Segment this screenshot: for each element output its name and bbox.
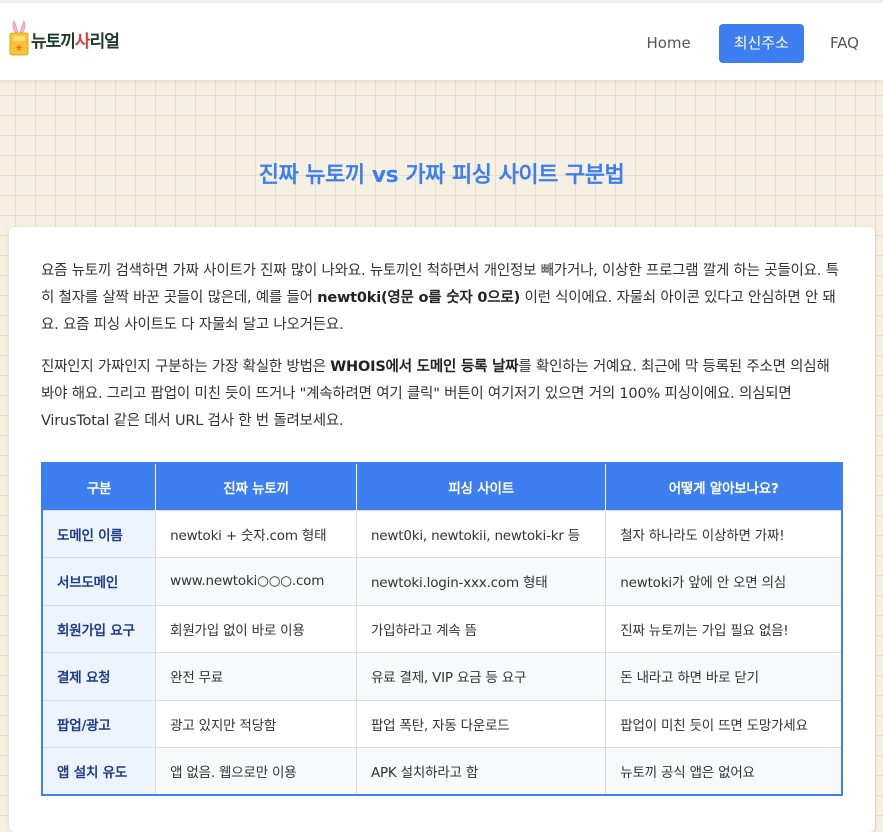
table-cell: 진짜 뉴토끼는 가입 필요 없음! <box>605 604 842 653</box>
column-header: 진짜 뉴토끼 <box>155 463 357 510</box>
table-cell: newtoki가 앞에 안 오면 의심 <box>605 557 842 605</box>
intro-paragraph-2: 진짜인지 가짜인지 구분하는 가장 확실한 방법은 WHOIS에서 도메인 등록… <box>41 354 841 435</box>
paragraph-bold-text: WHOIS에서 도메인 등록 날짜 <box>330 359 519 375</box>
intro-paragraph-1: 요즘 뉴토끼 검색하면 가짜 사이트가 진짜 많이 나와요. 뉴토끼인 척하면서… <box>41 258 841 339</box>
table-cell: newtoki + 숫자.com 형태 <box>155 509 357 558</box>
row-header-cell: 결제 요청 <box>42 652 156 700</box>
comparison-table: 구분 진짜 뉴토끼 피싱 사이트 어떻게 알아보나요? 도메인 이름 newto… <box>41 462 843 796</box>
column-header: 피싱 사이트 <box>355 463 606 510</box>
table-cell: 돈 내라고 하면 바로 닫기 <box>605 652 842 700</box>
nav-latest-button[interactable]: 최신주소 <box>718 23 804 63</box>
row-header-cell: 도메인 이름 <box>42 509 156 558</box>
table-cell: newtoki.login-xxx.com 형태 <box>355 557 606 605</box>
table-cell: 회원가입 없이 바로 이용 <box>155 604 357 653</box>
table-cell: APK 설치하라고 함 <box>355 747 606 795</box>
table-row: 결제 요청 완전 무료 유료 결제, VIP 요금 등 요구 돈 내라고 하면 … <box>42 652 842 700</box>
nav-home-link[interactable]: Home <box>644 34 692 52</box>
row-header-cell: 회원가입 요구 <box>42 604 156 653</box>
table-row: 서브도메인 www.newtoki○○○.com newtoki.login-x… <box>42 557 842 605</box>
main-nav: Home 최신주소 FAQ <box>644 23 861 63</box>
table-cell: 뉴토끼 공식 앱은 없어요 <box>605 747 842 795</box>
table-cell: newt0ki, newtokii, newtoki-kr 등 <box>355 509 606 558</box>
table-cell: 앱 없음. 웹으로만 이용 <box>155 747 357 795</box>
logo-text-part: 리얼 <box>89 31 120 52</box>
site-logo[interactable]: ✳ 뉴토끼사리얼 <box>8 19 120 59</box>
paragraph-text: 진짜인지 가짜인지 구분하는 가장 확실한 방법은 <box>41 359 331 375</box>
logo-text: 뉴토끼사리얼 <box>31 27 120 52</box>
paragraph-bold-text: newt0ki(영문 o를 숫자 0으로) <box>317 290 521 306</box>
table-cell: 완전 무료 <box>155 652 357 700</box>
table-row: 팝업/광고 광고 있지만 적당함 팝업 폭탄, 자동 다운로드 팝업이 미친 듯… <box>42 699 842 748</box>
table-row: 회원가입 요구 회원가입 없이 바로 이용 가입하라고 계속 뜸 진짜 뉴토끼는… <box>42 604 842 653</box>
nav-faq-link[interactable]: FAQ <box>828 34 861 52</box>
content-card: 요즘 뉴토끼 검색하면 가짜 사이트가 진짜 많이 나와요. 뉴토끼인 척하면서… <box>9 227 875 832</box>
table-row: 도메인 이름 newtoki + 숫자.com 형태 newt0ki, newt… <box>42 509 842 558</box>
row-header-cell: 팝업/광고 <box>42 699 156 748</box>
column-header: 구분 <box>42 463 156 510</box>
table-row: 앱 설치 유도 앱 없음. 웹으로만 이용 APK 설치하라고 함 뉴토끼 공식… <box>42 747 842 795</box>
table-cell: 팝업 폭탄, 자동 다운로드 <box>355 699 606 748</box>
table-header-row: 구분 진짜 뉴토끼 피싱 사이트 어떻게 알아보나요? <box>42 463 842 510</box>
site-header: ✳ 뉴토끼사리얼 Home 최신주소 FAQ <box>0 0 883 80</box>
table-cell: 광고 있지만 적당함 <box>155 699 357 748</box>
table-cell: 가입하라고 계속 뜸 <box>355 604 606 653</box>
table-cell: 철자 하나라도 이상하면 가짜! <box>605 509 842 558</box>
column-header: 어떻게 알아보나요? <box>605 463 842 510</box>
table-cell: 팝업이 미친 듯이 뜨면 도망가세요 <box>605 699 842 748</box>
row-header-cell: 서브도메인 <box>42 557 156 605</box>
rabbit-logo-icon: ✳ <box>9 20 29 56</box>
page-title: 진짜 뉴토끼 vs 가짜 피싱 사이트 구분법 <box>258 163 625 188</box>
logo-text-part: 뉴토끼 <box>31 31 76 52</box>
table-cell: 유료 결제, VIP 요금 등 요구 <box>355 652 606 700</box>
svg-text:✳: ✳ <box>15 44 23 54</box>
row-header-cell: 앱 설치 유도 <box>42 747 156 795</box>
logo-text-part: 사 <box>74 31 91 52</box>
table-cell: www.newtoki○○○.com <box>155 557 357 605</box>
